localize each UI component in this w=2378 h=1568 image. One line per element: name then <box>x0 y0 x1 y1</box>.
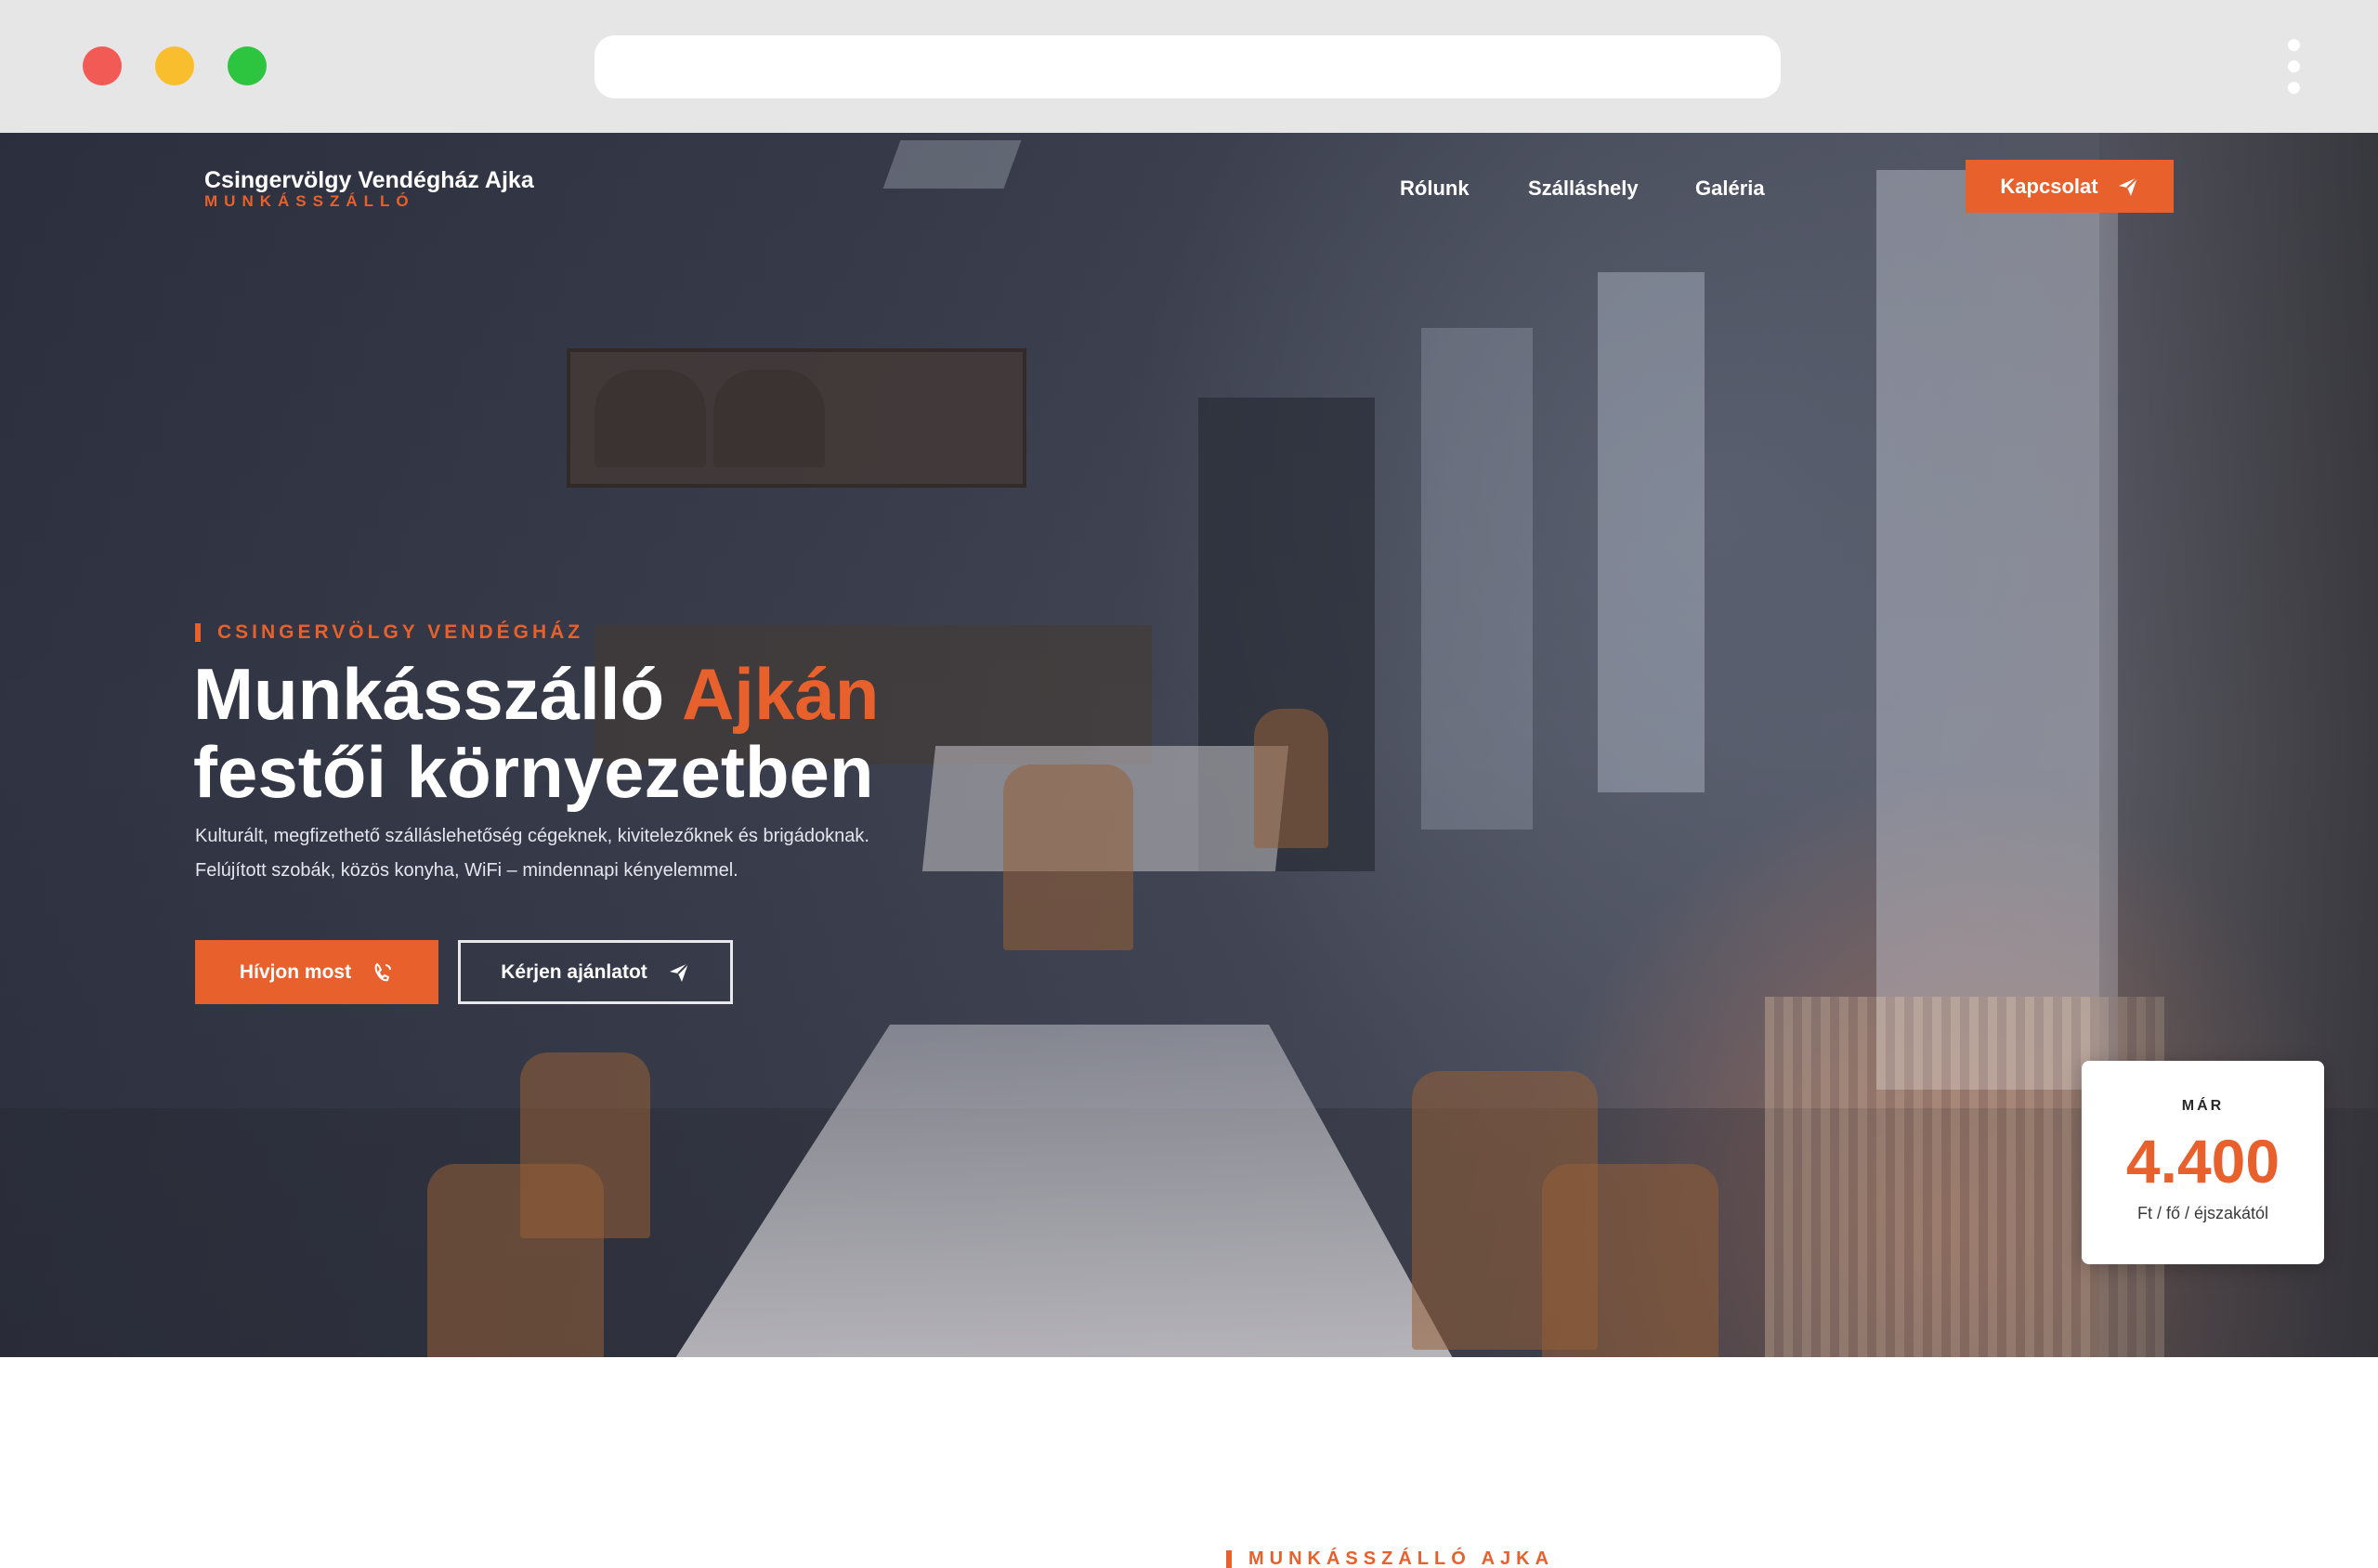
hero-eyebrow-text: CSINGERVÖLGY VENDÉGHÁZ <box>217 621 584 643</box>
background-chair <box>1254 709 1328 848</box>
price-card: MÁR 4.400 Ft / fő / éjszakától <box>2082 1061 2324 1264</box>
section-eyebrow: MUNKÁSSZÁLLÓ AJKA <box>1226 1548 1554 1568</box>
nav-item-galeria[interactable]: Galéria <box>1695 176 1765 201</box>
background-chair <box>1003 764 1133 950</box>
request-quote-button-label: Kérjen ajánlatot <box>501 960 647 983</box>
hero-title-line2: festői környezetben <box>193 731 874 813</box>
background-window <box>1876 170 2118 1090</box>
eyebrow-bar <box>195 623 201 642</box>
call-now-button-label: Hívjon most <box>239 960 352 983</box>
background-chair <box>427 1164 604 1357</box>
browser-chrome <box>0 0 2378 133</box>
hero-eyebrow: CSINGERVÖLGY VENDÉGHÁZ <box>195 621 583 644</box>
hero-title: Munkásszálló Ajkán festői környezetben <box>193 655 879 811</box>
price-card-value: 4.400 <box>2125 1127 2280 1196</box>
nav-item-szallashely[interactable]: Szálláshely <box>1528 176 1639 201</box>
hero-description-line1: Kulturált, megfizethető szálláslehetőség… <box>195 826 869 846</box>
call-now-button[interactable]: Hívjon most <box>195 940 438 1004</box>
hero-description: Kulturált, megfizethető szálláslehetőség… <box>195 819 869 888</box>
background-cabinet-door <box>713 370 825 467</box>
minimize-window-button[interactable] <box>155 46 194 85</box>
eyebrow-bar <box>1226 1549 1232 1568</box>
price-card-unit: Ft / fő / éjszakától <box>2136 1204 2269 1222</box>
address-bar[interactable] <box>594 35 1781 98</box>
background-ceiling-light <box>882 140 1022 189</box>
hero-description-line2: Felújított szobák, közös konyha, WiFi – … <box>195 860 738 881</box>
background-window <box>1421 328 1533 830</box>
background-table <box>669 1025 1458 1357</box>
price-card-label: MÁR <box>2181 1098 2225 1114</box>
section-eyebrow-text: MUNKÁSSZÁLLÓ AJKA <box>1248 1548 1555 1568</box>
request-quote-button[interactable]: Kérjen ajánlatot <box>458 940 733 1004</box>
paper-plane-icon <box>2117 176 2139 198</box>
site-logo-subtitle: MUNKÁSSZÁLLÓ <box>204 192 415 210</box>
maximize-window-button[interactable] <box>228 46 267 85</box>
browser-menu-icon[interactable] <box>2285 39 2304 95</box>
phone-icon <box>372 961 394 984</box>
hero-title-accent: Ajkán <box>681 653 880 735</box>
close-window-button[interactable] <box>83 46 122 85</box>
hero-title-prefix: Munkásszálló <box>193 653 682 735</box>
site-logo-title[interactable]: Csingervölgy Vendégház Ajka <box>204 167 534 194</box>
contact-button-label: Kapcsolat <box>2000 174 2098 198</box>
paper-plane-icon <box>668 961 690 984</box>
background-cabinet-door <box>594 370 706 467</box>
background-chair <box>1542 1164 1718 1357</box>
contact-button[interactable]: Kapcsolat <box>1966 160 2174 213</box>
background-window <box>1598 272 1705 792</box>
nav-item-rolunk[interactable]: Rólunk <box>1400 176 1470 201</box>
